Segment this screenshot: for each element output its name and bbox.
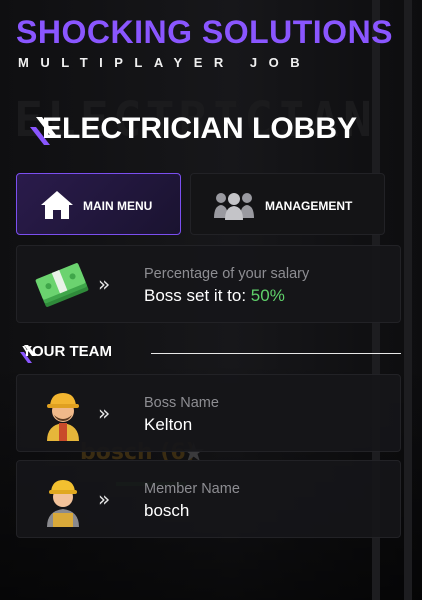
member-name-label: Member Name [144, 481, 240, 497]
money-stack-icon [35, 263, 89, 307]
salary-label: Percentage of your salary [144, 266, 310, 282]
boss-worker-icon [47, 393, 79, 441]
member-worker-icon [47, 480, 79, 527]
team-member-card-member: » Member Name bosch [16, 460, 401, 538]
salary-percentage: 50% [250, 286, 285, 305]
group-icon [214, 193, 254, 220]
chevron-right-icon: » [98, 487, 111, 511]
app-title: SHOCKING SOLUTIONS [16, 14, 394, 50]
tab-main-menu-label: MAIN MENU [83, 199, 153, 213]
team-header: YOUR TEAM [22, 343, 112, 360]
app-subtitle: MULTIPLAYER JOB [18, 55, 312, 70]
boss-name-label: Boss Name [144, 395, 219, 411]
salary-value-prefix: Boss set it to: [144, 286, 247, 305]
team-header-divider [151, 353, 401, 354]
salary-value-line: Boss set it to: 50% [144, 286, 285, 306]
boss-name: Kelton [144, 415, 193, 434]
team-member-card-boss: » Boss Name Kelton [16, 374, 401, 452]
lobby-title: ELECTRICIAN LOBBY [42, 112, 357, 145]
tab-management[interactable]: MANAGEMENT [190, 173, 385, 235]
tab-management-label: MANAGEMENT [265, 199, 353, 213]
salary-card: » Percentage of your salary Boss set it … [16, 245, 401, 323]
background-post [404, 0, 412, 600]
tab-main-menu[interactable]: MAIN MENU [16, 173, 181, 235]
chevron-right-icon: » [98, 272, 111, 296]
member-name: bosch [144, 501, 190, 520]
chevron-right-icon: » [98, 401, 111, 425]
house-icon [41, 191, 73, 219]
